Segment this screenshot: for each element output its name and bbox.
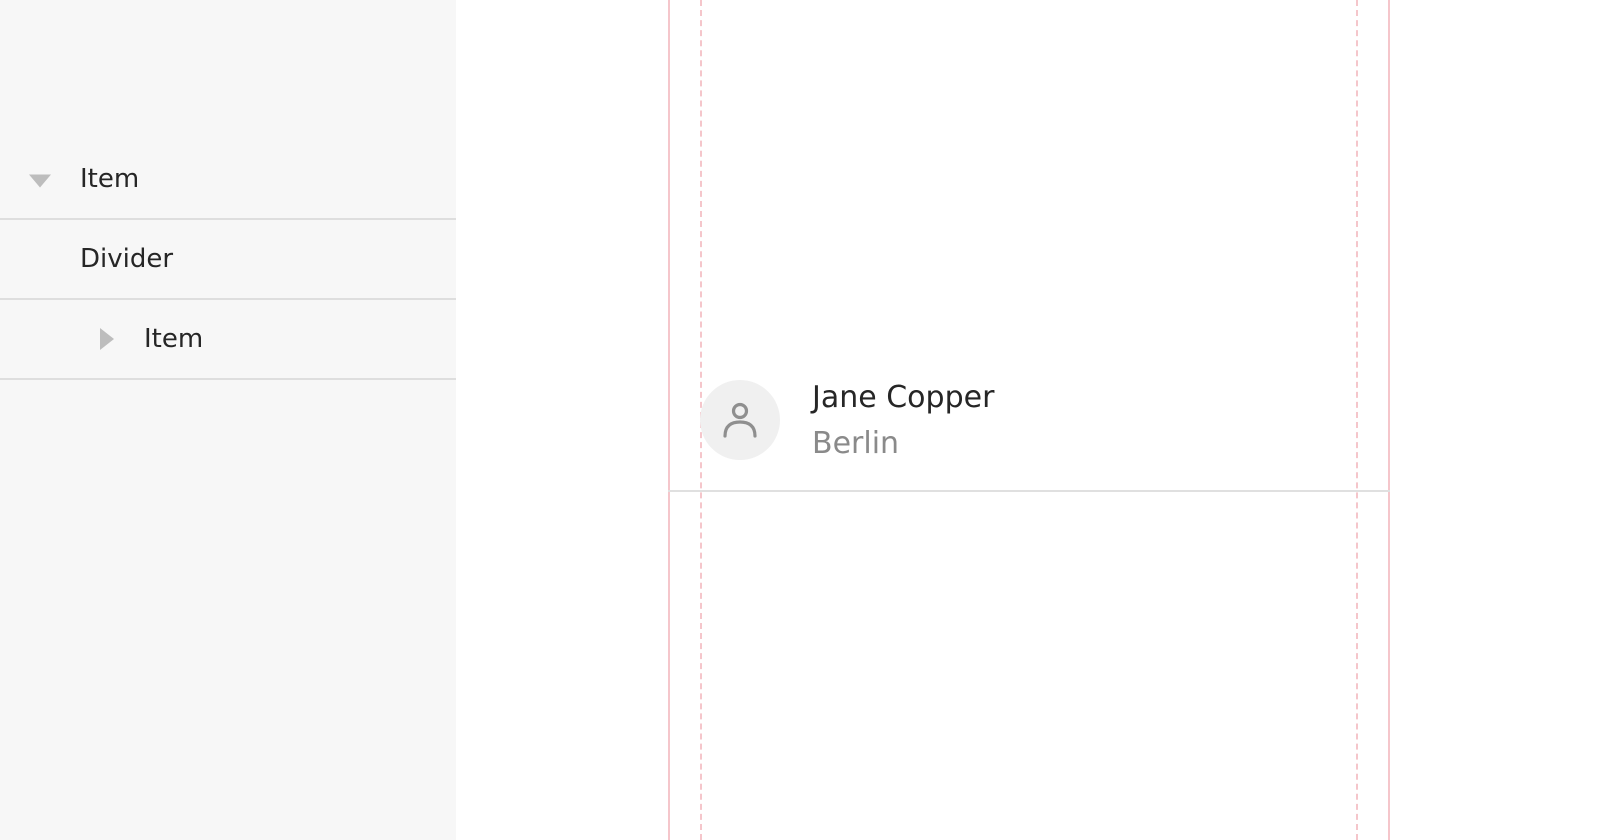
caret-right-icon[interactable]	[100, 328, 114, 350]
list-item-title: Jane Copper	[812, 380, 995, 415]
tree-item-label: Divider	[80, 244, 174, 274]
avatar	[700, 380, 780, 460]
tree-item-label: Item	[80, 164, 140, 194]
tree-item-expanded[interactable]: Item	[0, 140, 456, 220]
layers-sidebar: Item Divider Item	[0, 0, 456, 840]
tree-item-divider[interactable]: Divider	[0, 220, 456, 300]
list-item-subtitle: Berlin	[812, 426, 900, 461]
tree-item-collapsed[interactable]: Item	[0, 300, 456, 380]
tree-item-label: Item	[144, 324, 204, 354]
caret-down-icon[interactable]	[29, 174, 51, 188]
user-icon	[723, 402, 757, 438]
list-item[interactable]: Jane Copper Berlin	[668, 370, 1390, 492]
